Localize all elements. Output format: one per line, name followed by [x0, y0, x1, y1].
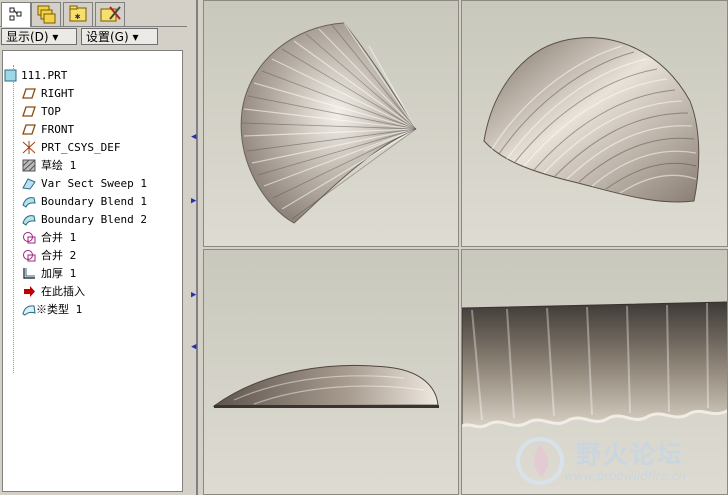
model-tree: 111.PRT RIGHT TOP FRONT PRT_CSYS_DEF 草绘 … [2, 50, 183, 492]
shell-render [212, 364, 439, 408]
expand-right-icon[interactable]: ▶ [191, 290, 196, 300]
tree-toolbar: 显示(D) ▾ 设置(G) ▾ [0, 27, 187, 49]
show-menu-button[interactable]: 显示(D) ▾ [1, 28, 77, 45]
shell-view-side[interactable] [203, 249, 459, 495]
folder-icon: ✱ [69, 5, 87, 22]
tab-model-tree[interactable] [1, 2, 31, 27]
tree-item-label: TOP [41, 105, 61, 118]
boundary-blend-icon [22, 197, 36, 208]
tab-favorites[interactable] [95, 2, 125, 26]
panel-splitter[interactable]: ◀ ▶ ▶ ◀ [187, 0, 203, 495]
tree-item-label: 合并 2 [41, 249, 77, 262]
insert-here-arrow-icon [24, 286, 35, 297]
collapse-left-icon[interactable]: ◀ [191, 132, 196, 142]
part-icon [4, 69, 17, 82]
datum-plane-icon [22, 124, 36, 135]
svg-text:✱: ✱ [75, 12, 81, 22]
sketch-icon [22, 159, 36, 172]
show-menu-label: 显示(D) ▾ [6, 30, 59, 44]
watermark-url: www.proewildfire.cn [564, 469, 686, 483]
flame-logo-icon [516, 437, 564, 485]
tree-item-label: 加厚 1 [41, 267, 77, 280]
tree-item-label: Var Sect Sweep 1 [41, 177, 147, 190]
collapse-left-icon[interactable]: ◀ [191, 342, 196, 352]
model-tree-panel: ✱ 显示(D) ▾ 设置(G) ▾ 111.PRT RIGHT TOP FRON… [0, 0, 187, 495]
merge-icon [23, 250, 36, 262]
datum-plane-icon [22, 88, 36, 99]
expand-right-icon[interactable]: ▶ [191, 196, 196, 206]
tab-folder[interactable]: ✱ [63, 2, 93, 26]
shell-render [483, 37, 700, 203]
tree-item-label: ※类型 1 [36, 303, 83, 316]
splitter-bar [196, 0, 198, 495]
favorites-icon [100, 6, 121, 22]
shell-view-top[interactable] [203, 0, 459, 247]
tree-item-label: 在此插入 [41, 285, 85, 298]
tab-layers[interactable] [31, 2, 61, 26]
tree-item-label: 111.PRT [21, 69, 68, 82]
watermark-title: 野火论坛 [576, 440, 685, 469]
settings-menu-label: 设置(G) ▾ [86, 30, 139, 44]
tree-item-label: Boundary Blend 2 [41, 213, 147, 226]
tree-item-label: 草绘 1 [41, 159, 77, 172]
tree-item-label: FRONT [41, 123, 75, 136]
tree-item-label: Boundary Blend 1 [41, 195, 147, 208]
shell-render [240, 22, 417, 224]
tree-item-label: PRT_CSYS_DEF [41, 141, 121, 154]
shell-view-isometric[interactable] [461, 0, 728, 247]
thicken-icon [23, 268, 35, 279]
sweep-icon [22, 178, 36, 190]
style-icon [22, 305, 36, 316]
datum-plane-icon [22, 106, 36, 117]
layers-icon [37, 5, 56, 24]
panel-tab-bar: ✱ [0, 0, 187, 27]
merge-icon [23, 232, 36, 244]
model-tree-icon [9, 7, 22, 21]
forum-watermark: 野火论坛 www.proewildfire.cn [512, 433, 724, 489]
tree-item-label: 合并 1 [41, 231, 77, 244]
csys-icon [22, 141, 36, 154]
settings-menu-button[interactable]: 设置(G) ▾ [81, 28, 158, 45]
tree-connector-line [13, 65, 14, 373]
boundary-blend-icon [22, 215, 36, 226]
tree-item-label: RIGHT [41, 87, 75, 100]
